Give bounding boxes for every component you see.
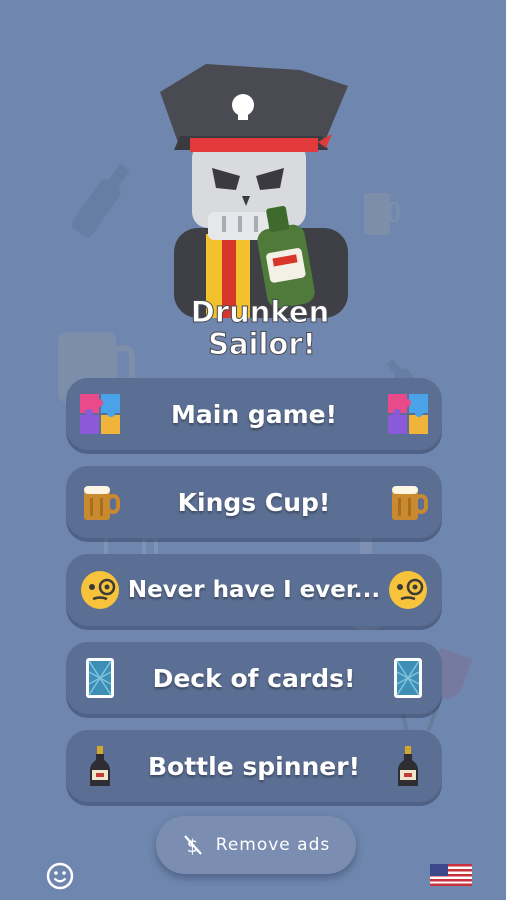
kings-cup-button[interactable]: Kings Cup! <box>66 466 442 538</box>
playing-card-icon <box>394 658 422 698</box>
us-flag-icon[interactable] <box>430 864 472 886</box>
never-have-i-ever-button[interactable]: Never have I ever... <box>66 554 442 626</box>
drunken-sailor-logo: Drunken Sailor! <box>160 64 348 360</box>
smiley-icon[interactable] <box>46 862 74 890</box>
main-game-button[interactable]: Main game! <box>66 378 442 450</box>
champagne-bottle-icon <box>398 746 418 786</box>
bottle-deco-icon <box>71 163 130 238</box>
deck-of-cards-button[interactable]: Deck of cards! <box>66 642 442 714</box>
bottle-spinner-button[interactable]: Bottle spinner! <box>66 730 442 802</box>
remove-ads-button[interactable]: $ Remove ads <box>156 816 356 874</box>
logo-title-line1: Drunken <box>191 295 330 329</box>
beer-mug-icon <box>392 486 428 520</box>
beer-deco-icon <box>364 193 400 235</box>
remove-ads-label: Remove ads <box>215 835 331 855</box>
logo-title-line2: Sailor! <box>208 327 316 360</box>
puzzle-icon <box>388 394 428 434</box>
no-money-icon: $ <box>183 835 202 857</box>
monocle-face-icon <box>389 571 427 609</box>
